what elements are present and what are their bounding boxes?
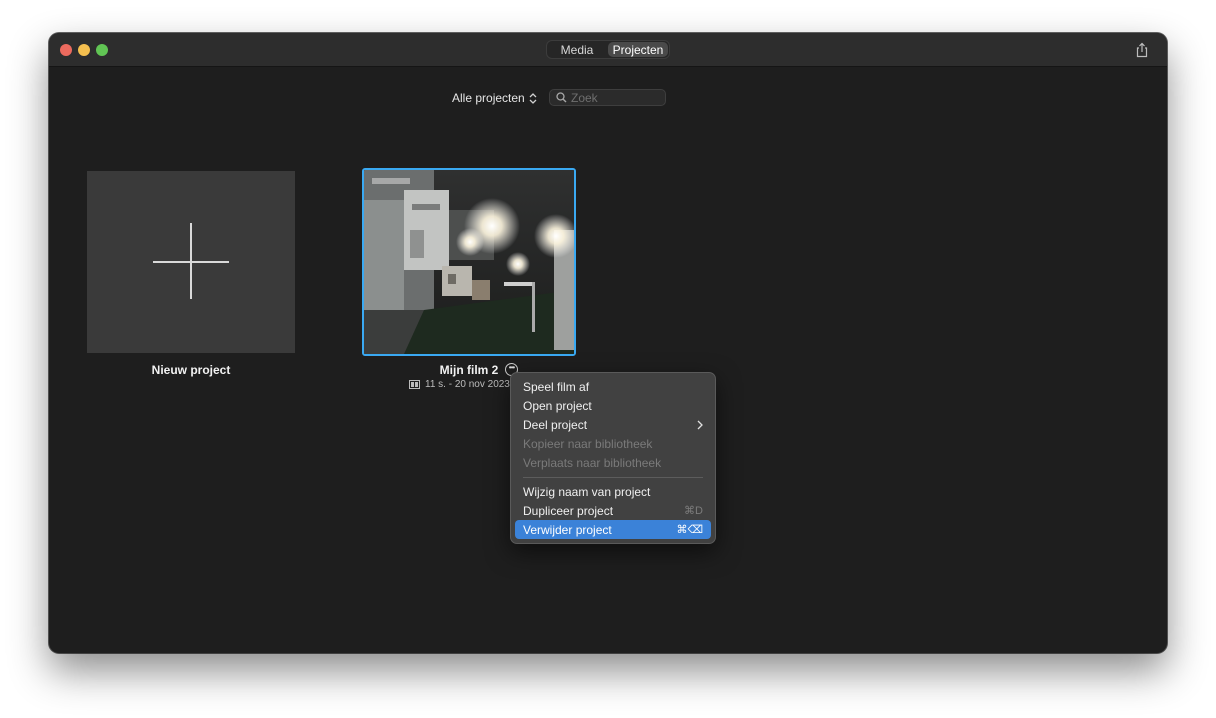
projects-toolbar: Alle projecten [49, 88, 1167, 108]
project-filter-dropdown[interactable]: Alle projecten [452, 88, 537, 108]
menu-item-share-project[interactable]: Deel project [515, 415, 711, 434]
title-bar: Media Projecten [49, 33, 1167, 67]
close-window-button[interactable] [60, 44, 72, 56]
menu-item-rename-project[interactable]: Wijzig naam van project [515, 482, 711, 501]
tab-media[interactable]: Media [547, 41, 607, 58]
share-icon[interactable] [1135, 42, 1149, 58]
menu-item-copy-to-library: Kopieer naar bibliotheek [523, 436, 653, 451]
menu-item-open-project[interactable]: Open project [515, 396, 711, 415]
chevron-right-icon [697, 420, 703, 429]
view-switcher: Media Projecten [546, 40, 670, 59]
menu-separator [523, 477, 703, 478]
tab-projecten[interactable]: Projecten [608, 42, 668, 57]
minimize-window-button[interactable] [78, 44, 90, 56]
project-meta: 11 s. - 20 nov 2023 [409, 379, 510, 390]
zoom-window-button[interactable] [96, 44, 108, 56]
filter-label: Alle projecten [452, 91, 525, 105]
search-icon [556, 92, 567, 103]
search-field[interactable] [549, 89, 666, 106]
night-scene-thumbnail [364, 170, 574, 354]
new-project-label: Nieuw project [151, 363, 231, 377]
updown-chevron-icon [529, 92, 537, 104]
project-duration-date: 11 s. - 20 nov 2023 [425, 379, 510, 390]
delete-shortcut: ⌘⌫ [676, 524, 703, 536]
duplicate-shortcut: ⌘D [684, 505, 703, 517]
menu-item-move-to-library: Verplaats naar bibliotheek [523, 455, 662, 470]
new-project-tile[interactable] [87, 171, 295, 353]
project-context-menu: Speel film af Open project Deel project … [510, 372, 716, 544]
menu-item-play-film[interactable]: Speel film af [515, 377, 711, 396]
film-clip-icon [409, 380, 420, 389]
search-input[interactable] [571, 90, 651, 105]
menu-item-delete-project[interactable]: Verwijder project ⌘⌫ [515, 520, 711, 539]
menu-item-duplicate-project[interactable]: Dupliceer project ⌘D [515, 501, 711, 520]
imovie-window: Media Projecten Alle projecten Zoek Nieu… [49, 33, 1167, 653]
project-thumbnail[interactable] [362, 168, 576, 356]
ellipsis-icon: ••• [508, 363, 515, 372]
